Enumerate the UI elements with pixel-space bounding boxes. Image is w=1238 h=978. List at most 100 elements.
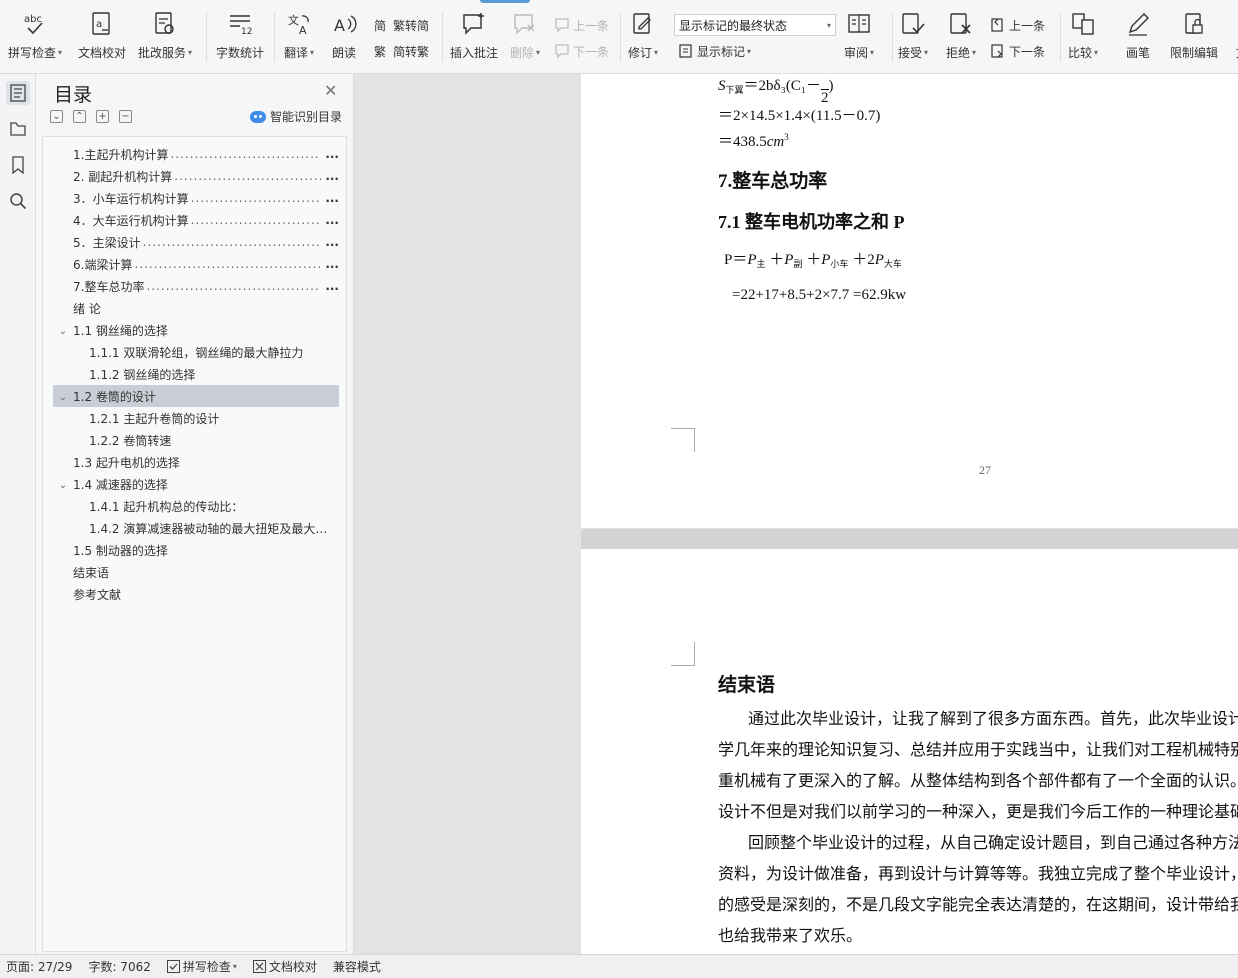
toc-item[interactable]: 1.1.2 钢丝绳的选择 [53, 363, 339, 385]
toc-item[interactable]: 1.3 起升电机的选择 [53, 451, 339, 473]
chapter-nav-button[interactable] [6, 117, 30, 141]
toc-item[interactable]: 参考文献 [53, 583, 339, 605]
toc-item[interactable]: 3．小车运行机构计算..............................… [53, 187, 339, 209]
add-heading-icon[interactable]: + [96, 110, 109, 123]
smart-recognize-toc-button[interactable]: 智能识别目录 [250, 108, 342, 125]
show-markup-icon [678, 43, 694, 59]
trad-to-simp-button[interactable]: 简 繁转简 [374, 16, 429, 34]
remove-heading-icon[interactable]: − [119, 110, 132, 123]
toc-leader-dots: ........................................… [146, 279, 321, 293]
word-count-indicator[interactable]: 字数: 7062 [88, 958, 150, 975]
next-change-button[interactable]: 下一条 [990, 42, 1045, 60]
toc-pane-button[interactable] [6, 81, 30, 105]
toc-item-label: 2. 副起升机构计算 [73, 169, 173, 184]
spell-check-button[interactable]: abc 拼写检查 ▾ [8, 10, 62, 66]
toc-item-label: 1.1 钢丝绳的选择 [73, 323, 168, 338]
ribbon-separator [274, 12, 275, 62]
restrict-edit-button[interactable]: 限制编辑 [1170, 10, 1218, 66]
prev-comment-button[interactable]: 上一条 [554, 16, 609, 34]
toc-item[interactable]: ⌄ 1.4 减速器的选择 [53, 473, 339, 495]
simp-to-trad-button[interactable]: 繁 简转繁 [374, 42, 429, 60]
toc-item[interactable]: 2. 副起升机构计算..............................… [53, 165, 339, 187]
toc-item-label: 结束语 [73, 565, 110, 580]
toc-item[interactable]: 1.5 制动器的选择 [53, 539, 339, 561]
conclusion-line: 也给我带来了欢乐。 [718, 928, 863, 945]
power-formula: P＝P主 ＋P副 ＋P小车 ＋2P大车 [724, 252, 902, 269]
toc-item[interactable]: 1.2.2 卷筒转速 [53, 429, 339, 451]
ribbon-toolbar: abc 拼写检查▾ a 文档校对 批改服务▾ 123 字数统计 文A 翻译▾ A… [0, 0, 1238, 74]
toc-item[interactable]: 1.4.1 起升机构总的传动比： [53, 495, 339, 517]
status-proofread[interactable]: 文档校对 [252, 958, 317, 975]
toc-item[interactable]: 1.2.1 主起升卷筒的设计 [53, 407, 339, 429]
conclusion-line: 设计不但是对我们以前学习的一种深入，更是我们今后工作的一种理论基础 [718, 804, 1238, 821]
chapter-icon [10, 122, 26, 136]
toc-item-label: 1.2 卷筒的设计 [73, 389, 156, 404]
toc-truncated-page-number: ... [325, 191, 339, 205]
toc-item-label: 绪 论 [73, 301, 101, 316]
compare-button[interactable]: 比较 ▾ [1068, 10, 1098, 66]
close-icon[interactable]: ✕ [324, 81, 337, 100]
toc-item[interactable]: ⌄ 1.2 卷筒的设计 [53, 385, 339, 407]
document-page-28: 结束语 通过此次毕业设计，让我了解到了很多方面东西。首先，此次毕业设计 学几年来的… [581, 549, 1238, 954]
heading-7: 7.整车总功率 [718, 171, 828, 192]
toc-item[interactable]: 绪 论 [53, 297, 339, 319]
toc-item[interactable]: 1.主起升机构计算...............................… [53, 143, 339, 165]
revise-button[interactable]: 修订 ▾ [628, 10, 658, 66]
ribbon-separator [206, 12, 207, 62]
toc-truncated-page-number: ... [325, 257, 339, 271]
reject-button[interactable]: 拒绝 ▾ [946, 10, 976, 66]
toc-item-label: 1.4 减速器的选择 [73, 477, 168, 492]
toc-item[interactable]: 1.1.1 双联滑轮组，钢丝绳的最大静拉力 [53, 341, 339, 363]
chevron-down-icon[interactable]: ⌄ [56, 326, 70, 337]
proofread-icon [252, 960, 266, 973]
toc-toolbar: ⌄ ⌃ + − [50, 110, 132, 123]
page-indicator[interactable]: 页面: 27/29 [6, 958, 72, 975]
chevron-down-icon[interactable]: ⌄ [56, 480, 70, 491]
translate-button[interactable]: 文A 翻译 ▾ [284, 10, 314, 66]
toc-item[interactable]: ⌄ 1.1 钢丝绳的选择 [53, 319, 339, 341]
toc-item[interactable]: 结束语 [53, 561, 339, 583]
toc-truncated-page-number: ... [325, 235, 339, 249]
revise-icon [629, 10, 657, 38]
toc-item-label: 1.5 制动器的选择 [73, 543, 168, 558]
conclusion-line: 通过此次毕业设计，让我了解到了很多方面东西。首先，此次毕业设计 [748, 711, 1238, 728]
checkbox-icon [166, 960, 180, 973]
next-comment-button[interactable]: 下一条 [554, 42, 609, 60]
toc-leader-dots: ........................................… [190, 191, 321, 205]
toc-truncated-page-number: ... [325, 147, 339, 161]
chevron-down-icon[interactable]: ⌄ [56, 392, 70, 403]
pen-icon [1124, 10, 1152, 38]
status-spell-check[interactable]: 拼写检查 ▾ [166, 958, 237, 975]
toc-list: 1.主起升机构计算...............................… [42, 136, 347, 952]
toc-truncated-page-number: ... [325, 279, 339, 293]
word-count-button[interactable]: 123 字数统计 [216, 10, 264, 66]
toc-item[interactable]: 4．大车运行机构计算..............................… [53, 209, 339, 231]
delete-comment-button[interactable]: 删除 ▾ [510, 10, 540, 66]
toc-item[interactable]: 7.整车总功率.................................… [53, 275, 339, 297]
svg-text:123: 123 [241, 27, 253, 37]
expand-all-icon[interactable]: ⌃ [73, 110, 86, 123]
bookmark-icon [12, 156, 24, 174]
read-aloud-button[interactable]: A 朗读 [330, 10, 358, 66]
review-button[interactable]: 审阅 ▾ [844, 10, 874, 66]
doc-proofread-button[interactable]: a 文档校对 [78, 10, 126, 66]
svg-text:繁: 繁 [374, 44, 386, 59]
toc-truncated-page-number: ... [325, 169, 339, 183]
ribbon-separator [892, 12, 893, 62]
toc-item[interactable]: 1.4.2 演算减速器被动轴的最大扭矩及最大… [53, 517, 339, 539]
search-button[interactable] [6, 189, 30, 213]
accept-button[interactable]: 接受 ▾ [898, 10, 928, 66]
toc-item[interactable]: 6.端梁计算..................................… [53, 253, 339, 275]
bookmark-button[interactable] [6, 153, 30, 177]
word-count-icon: 123 [226, 10, 254, 38]
overflow-button[interactable]: 文 [1228, 10, 1238, 66]
markup-state-select[interactable]: 显示标记的最终状态 ▾ [674, 14, 836, 36]
show-markup-button[interactable]: 显示标记 ▾ [678, 42, 751, 60]
review-service-button[interactable]: 批改服务 ▾ [138, 10, 192, 66]
insert-comment-button[interactable]: 插入批注 [450, 10, 498, 66]
prev-change-button[interactable]: 上一条 [990, 16, 1045, 34]
toc-item[interactable]: 5．主梁设计..................................… [53, 231, 339, 253]
collapse-all-icon[interactable]: ⌄ [50, 110, 63, 123]
pen-button[interactable]: 画笔 [1124, 10, 1152, 66]
compare-icon [1069, 10, 1097, 38]
